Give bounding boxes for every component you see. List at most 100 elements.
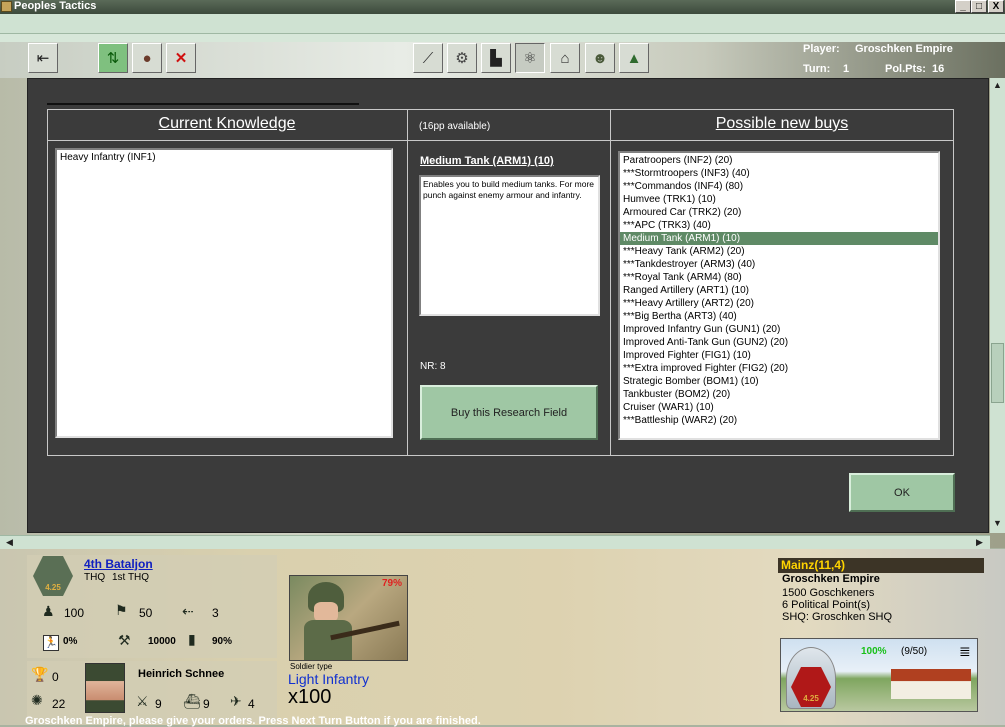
skill-explosion-icon: ✺ <box>31 692 43 708</box>
skill-naval-icon: ⛴ <box>183 693 201 709</box>
factory-icon[interactable]: ▙ <box>481 43 511 73</box>
commander-skill1: 22 <box>52 697 66 711</box>
commander-medals: 0 <box>52 670 59 684</box>
officer-icon[interactable]: ● <box>132 43 162 73</box>
city-name: Mainz(11,4) <box>778 558 984 573</box>
commander-skill4: 4 <box>248 697 255 711</box>
back-arrow-icon[interactable]: ⇤ <box>28 43 58 73</box>
menu-bar-lower <box>0 34 1005 42</box>
possible-buy-item[interactable]: ***Tankdestroyer (ARM3) (40) <box>620 258 938 271</box>
landscape-icon[interactable]: ▲ <box>619 43 649 73</box>
commander-name: Heinrich Schnee <box>138 668 225 680</box>
unit-retreat: 0% <box>63 636 78 647</box>
city-badge-text: 4.25 <box>803 694 819 703</box>
scroll-left-icon[interactable]: ◀ <box>6 537 13 548</box>
possible-buy-item[interactable]: ***Heavy Tank (ARM2) (20) <box>620 245 938 258</box>
swap-arrows-icon[interactable]: ⇅ <box>98 43 128 73</box>
atom-icon[interactable]: ⚛ <box>515 43 545 73</box>
commander-portrait[interactable] <box>85 663 125 713</box>
polpts-label: Pol.Pts: <box>885 63 926 75</box>
horizontal-scrollbar[interactable]: ◀ ▶ <box>0 535 990 549</box>
skill-infantry-icon: ⚔ <box>136 693 149 709</box>
possible-buy-item[interactable]: Improved Fighter (FIG1) (10) <box>620 349 938 362</box>
flag-icon: ⚑ <box>115 602 128 618</box>
retreat-icon: 🏃 <box>43 635 59 651</box>
supply-icon: ⚒ <box>118 632 131 648</box>
possible-buy-item[interactable]: ***Big Bertha (ART3) (40) <box>620 310 938 323</box>
gears-icon[interactable]: ⚙ <box>447 43 477 73</box>
city-population: 1500 Goschkeners <box>782 587 875 599</box>
turn-value: 1 <box>843 63 850 75</box>
city-shq: SHQ: Groschken SHQ <box>782 611 893 623</box>
maximize-button[interactable]: □ <box>971 0 987 13</box>
trophy-icon: 🏆 <box>31 666 49 682</box>
soldier-count: x100 <box>288 686 332 708</box>
possible-buy-item[interactable]: Improved Anti-Tank Gun (GUN2) (20) <box>620 336 938 349</box>
possible-buy-item[interactable]: Armoured Car (TRK2) (20) <box>620 206 938 219</box>
ok-button[interactable]: OK <box>849 473 955 512</box>
mortar-icon[interactable]: ⟋ <box>413 43 443 73</box>
menu-bar <box>0 14 1005 34</box>
minimize-button[interactable]: _ <box>955 0 971 13</box>
possible-buy-item[interactable]: Strategic Bomber (BOM1) (10) <box>620 375 938 388</box>
city-political: 6 Political Point(s) <box>782 599 871 611</box>
possible-buy-item[interactable]: Humvee (TRK1) (10) <box>620 193 938 206</box>
possible-buy-item[interactable]: ***Stormtroopers (INF3) (40) <box>620 167 938 180</box>
fuel-icon: ▮ <box>188 631 196 647</box>
knowledge-item[interactable]: Heavy Infantry (INF1) <box>57 150 391 164</box>
unit-moves: 3 <box>212 606 219 620</box>
soldiers-icon: ♟ <box>42 603 55 619</box>
scroll-right-icon[interactable]: ▶ <box>976 537 983 548</box>
city-image[interactable]: 4.25 100% (9/50) ≣ <box>780 638 978 712</box>
unit-type: THQ <box>84 572 106 583</box>
column-divider <box>407 109 408 456</box>
city-owner: Groschken Empire <box>782 573 880 585</box>
possible-buy-item[interactable]: ***Commandos (INF4) (80) <box>620 180 938 193</box>
unit-name-link[interactable]: 4th Bataljon <box>84 557 153 571</box>
possible-buy-item[interactable]: Medium Tank (ARM1) (10) <box>620 232 938 245</box>
possible-buy-item[interactable]: Cruiser (WAR1) (10) <box>620 401 938 414</box>
current-knowledge-heading: Current Knowledge <box>158 115 296 132</box>
dialog-tab-line <box>47 103 359 105</box>
app-icon <box>1 1 12 12</box>
soldier-image: 79% <box>289 575 408 661</box>
scroll-down-icon[interactable]: ▼ <box>993 518 1002 528</box>
column-divider <box>610 109 611 456</box>
houses-icon <box>891 669 971 699</box>
possible-buy-item[interactable]: ***APC (TRK3) (40) <box>620 219 938 232</box>
movement-icon: ⇠ <box>182 603 194 619</box>
player-label: Player: <box>803 43 840 55</box>
window-title: Peoples Tactics <box>14 0 97 12</box>
cancel-x-icon[interactable]: ✕ <box>166 43 196 73</box>
unit-badge-text: 4.25 <box>45 583 61 592</box>
buy-research-button[interactable]: Buy this Research Field <box>420 385 598 440</box>
possible-buy-item[interactable]: Ranged Artillery (ART1) (10) <box>620 284 938 297</box>
scroll-up-icon[interactable]: ▲ <box>993 80 1002 90</box>
player-info: Player: Groschken Empire Turn: 1 Pol.Pts… <box>803 42 1003 78</box>
generals-icon[interactable]: ☻ <box>585 43 615 73</box>
unit-hq: 1st THQ <box>112 572 150 583</box>
possible-buy-item[interactable]: ***Extra improved Fighter (FIG2) (20) <box>620 362 938 375</box>
close-button[interactable]: X <box>988 0 1004 13</box>
parliament-icon[interactable]: ⌂ <box>550 43 580 73</box>
possible-buy-item[interactable]: ***Royal Tank (ARM4) (80) <box>620 271 938 284</box>
polpts-value: 16 <box>932 63 945 75</box>
current-knowledge-list[interactable]: Heavy Infantry (INF1) <box>55 148 393 438</box>
possible-buy-item[interactable]: Improved Infantry Gun (GUN1) (20) <box>620 323 938 336</box>
possible-buy-item[interactable]: Tankbuster (BOM2) (20) <box>620 388 938 401</box>
unit-supply: 10000 <box>148 636 176 647</box>
vertical-scrollbar[interactable]: ▲ ▼ <box>990 78 1005 533</box>
field-description-box: Enables you to build medium tanks. For m… <box>419 175 600 316</box>
possible-buy-item[interactable]: ***Battleship (WAR2) (20) <box>620 414 938 427</box>
possible-buy-item[interactable]: ***Heavy Artillery (ART2) (20) <box>620 297 938 310</box>
vertical-scroll-thumb[interactable] <box>991 343 1004 403</box>
unit-morale: 50 <box>139 606 153 620</box>
unit-men: 100 <box>64 606 85 620</box>
possible-buy-item[interactable]: Paratroopers (INF2) (20) <box>620 154 938 167</box>
list-icon[interactable]: ≣ <box>959 643 971 660</box>
possible-buys-list[interactable]: Paratroopers (INF2) (20) ***Stormtroopers… <box>618 151 940 440</box>
commander-skill3: 9 <box>203 697 210 711</box>
soldier-type-caption: Soldier type <box>290 662 333 671</box>
city-capacity: (9/50) <box>901 646 928 657</box>
available-points-text: (16pp available) <box>419 121 491 132</box>
